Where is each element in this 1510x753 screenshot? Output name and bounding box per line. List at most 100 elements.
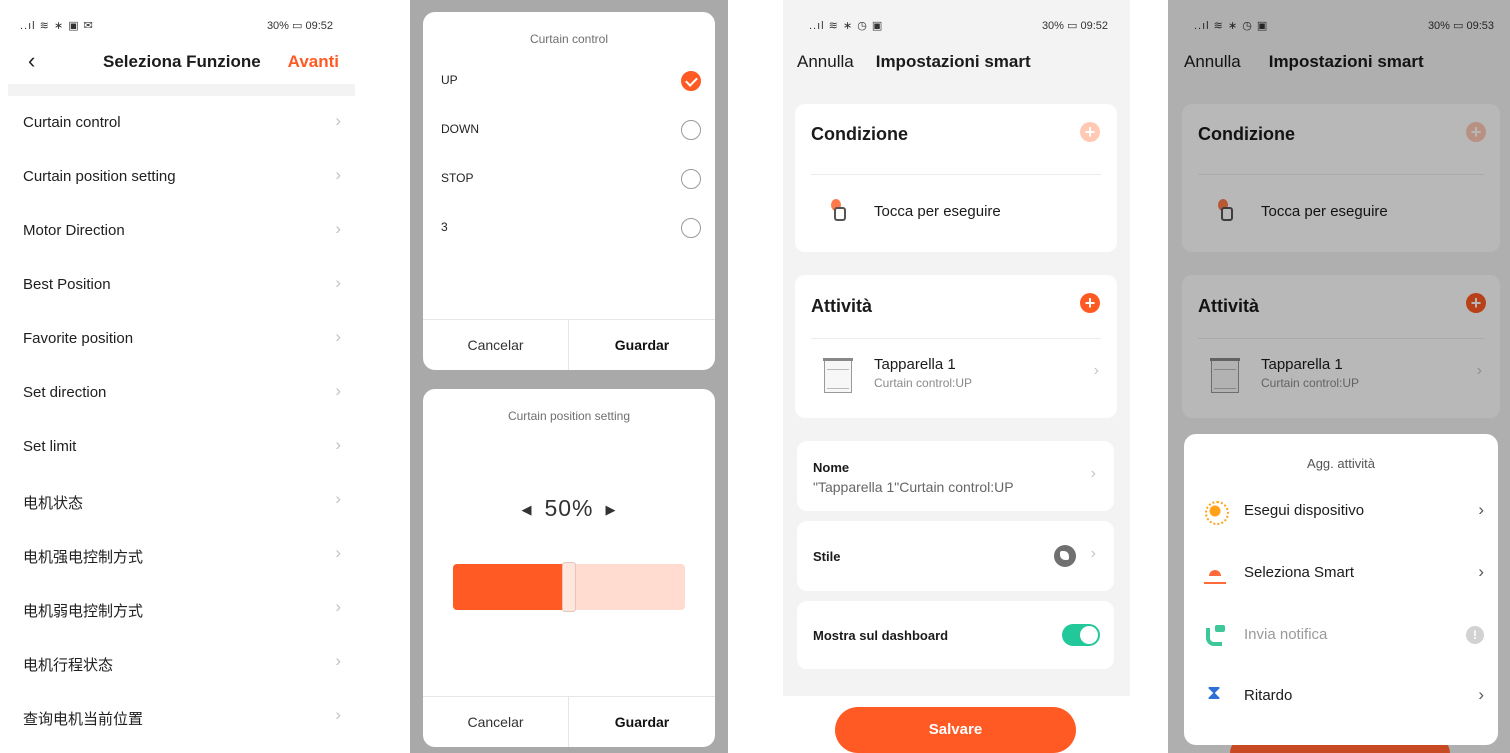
position-value: ◀ 50% ▶ xyxy=(423,495,715,522)
function-item[interactable]: Motor Direction › xyxy=(23,219,343,276)
menu-item-delay[interactable]: Ritardo › xyxy=(1204,682,1486,709)
status-bar-left: ..ıl ≋ ∗ ▣ ✉ xyxy=(20,20,94,32)
radio-icon[interactable] xyxy=(681,120,701,140)
curtain-position-dialog: Curtain position setting ◀ 50% ▶ Cancelar … xyxy=(423,389,715,747)
menu-item-send-notification[interactable]: Invia notifica ! xyxy=(1204,624,1486,648)
option-label: 3 xyxy=(441,220,448,234)
chevron-right-icon: › xyxy=(335,651,341,670)
function-item[interactable]: Set limit › xyxy=(23,435,343,492)
option-down[interactable]: DOWN xyxy=(441,120,701,140)
chevron-right-icon: › xyxy=(335,597,341,616)
dashboard-label: Mostra sul dashboard xyxy=(813,628,949,643)
warning-icon: ! xyxy=(1466,626,1484,644)
name-row[interactable]: Nome "Tapparella 1"Curtain control:UP › xyxy=(797,441,1114,511)
name-label: Nome xyxy=(813,460,850,475)
function-label: Best Position xyxy=(23,276,111,293)
function-item[interactable]: 电机弱电控制方式 › xyxy=(23,597,343,654)
dashboard-toggle[interactable] xyxy=(1062,624,1100,646)
cancel-button[interactable]: Cancelar xyxy=(423,320,569,370)
style-label: Stile xyxy=(813,549,841,564)
function-label: Motor Direction xyxy=(23,222,125,239)
device-action: Curtain control:UP xyxy=(874,376,973,390)
function-label: Set limit xyxy=(23,438,77,455)
tap-hand-icon xyxy=(828,199,850,223)
checked-radio-icon[interactable] xyxy=(681,71,701,91)
add-condition-icon[interactable]: + xyxy=(1080,122,1100,142)
status-bar-right: 30% ▭ 09:52 xyxy=(266,20,333,32)
add-activity-icon[interactable]: + xyxy=(1080,293,1100,313)
function-label: 电机状态 xyxy=(23,495,84,512)
function-label: Curtain control xyxy=(23,114,121,131)
function-item[interactable]: Curtain control › xyxy=(23,111,343,168)
header: ‹ Seleziona Funzione Avanti xyxy=(0,50,355,76)
function-item[interactable]: Set direction › xyxy=(23,381,343,438)
function-item[interactable]: 电机状态 › xyxy=(23,489,343,546)
chevron-right-icon: › xyxy=(1090,465,1096,482)
menu-label: Esegui dispositivo xyxy=(1244,502,1365,519)
function-item[interactable]: 电机强电控制方式 › xyxy=(23,543,343,600)
function-item[interactable]: 电机行程状态 › xyxy=(23,651,343,708)
name-value: "Tapparella 1"Curtain control:UP xyxy=(813,479,1014,495)
option-3[interactable]: 3 xyxy=(441,218,701,238)
dialog-title: Curtain control xyxy=(529,32,609,46)
smart-settings-screen: ..ıl ≋ ∗ ◷ ▣ 30% ▭ 09:52 Annulla Impostaz… xyxy=(783,0,1130,753)
next-button[interactable]: Avanti xyxy=(288,52,339,72)
header: Annulla Impostazioni smart xyxy=(797,52,1031,72)
dashboard-row: Mostra sul dashboard xyxy=(797,601,1114,669)
style-row[interactable]: Stile › xyxy=(797,521,1114,591)
function-item[interactable]: 查询电机当前位置 › xyxy=(23,705,343,753)
condition-card: Condizione + Tocca per eseguire xyxy=(795,104,1117,252)
save-button[interactable]: Salvare xyxy=(835,707,1076,753)
option-stop[interactable]: STOP xyxy=(441,169,701,189)
function-label: Favorite position xyxy=(23,330,134,347)
chevron-right-icon: › xyxy=(335,111,341,130)
position-slider[interactable] xyxy=(453,562,685,612)
page-title: Impostazioni smart xyxy=(875,52,1031,71)
activity-title: Attività xyxy=(811,296,873,316)
menu-item-select-smart[interactable]: Seleziona Smart › xyxy=(1204,562,1486,586)
chevron-right-icon: › xyxy=(335,327,341,346)
function-label: 电机弱电控制方式 xyxy=(23,603,144,620)
back-chevron-icon[interactable]: ‹ xyxy=(28,50,35,72)
radio-icon[interactable] xyxy=(681,169,701,189)
chevron-right-icon[interactable]: › xyxy=(1094,362,1099,380)
hourglass-icon xyxy=(1204,682,1226,707)
chevron-right-icon: › xyxy=(335,489,341,508)
function-item[interactable]: Favorite position › xyxy=(23,327,343,384)
menu-item-run-device[interactable]: Esegui dispositivo › xyxy=(1204,500,1486,525)
cancel-button[interactable]: Cancelar xyxy=(423,697,569,747)
radio-icon[interactable] xyxy=(681,218,701,238)
chevron-right-icon: › xyxy=(335,543,341,562)
function-item[interactable]: Curtain position setting › xyxy=(23,165,343,222)
condition-item[interactable]: Tocca per eseguire xyxy=(874,203,1001,220)
chevron-right-icon: › xyxy=(335,381,341,400)
device-name: Tapparella 1 xyxy=(874,356,956,373)
curtain-icon xyxy=(823,358,853,393)
slider-thumb[interactable] xyxy=(562,562,576,612)
function-label: 电机行程状态 xyxy=(23,657,114,674)
chevron-right-icon: › xyxy=(1478,500,1484,519)
save-button[interactable]: Guardar xyxy=(569,697,715,747)
left-arrow-icon[interactable]: ◀ xyxy=(521,502,532,517)
function-label: Curtain position setting xyxy=(23,168,176,185)
chevron-right-icon: › xyxy=(335,435,341,454)
status-bar-right: 30% ▭ 09:52 xyxy=(1041,20,1108,32)
chevron-right-icon: › xyxy=(1090,545,1096,562)
page-title: Seleziona Funzione xyxy=(103,52,261,71)
cancel-button[interactable]: Annulla xyxy=(797,52,854,71)
option-up[interactable]: UP xyxy=(441,71,701,91)
status-bar-left: ..ıl ≋ ∗ ◷ ▣ xyxy=(809,20,884,32)
sunset-icon xyxy=(1204,562,1226,584)
add-activity-screen: ..ıl ≋ ∗ ◷ ▣ 30% ▭ 09:53 Annulla Impostaz… xyxy=(1168,0,1510,753)
chevron-right-icon: › xyxy=(335,705,341,724)
save-button[interactable]: Guardar xyxy=(569,320,715,370)
function-label: Set direction xyxy=(23,384,107,401)
curtain-control-dialog: Curtain control UP DOWN STOP 3 Cancelar … xyxy=(423,12,715,370)
chevron-right-icon: › xyxy=(335,219,341,238)
option-label: STOP xyxy=(441,171,474,185)
function-item[interactable]: Best Position › xyxy=(23,273,343,330)
activity-card: Attività + Tapparella 1 Curtain control:… xyxy=(795,275,1117,418)
right-arrow-icon[interactable]: ▶ xyxy=(606,502,617,517)
menu-label: Ritardo xyxy=(1244,687,1293,704)
dialog-buttons: Cancelar Guardar xyxy=(423,319,715,370)
